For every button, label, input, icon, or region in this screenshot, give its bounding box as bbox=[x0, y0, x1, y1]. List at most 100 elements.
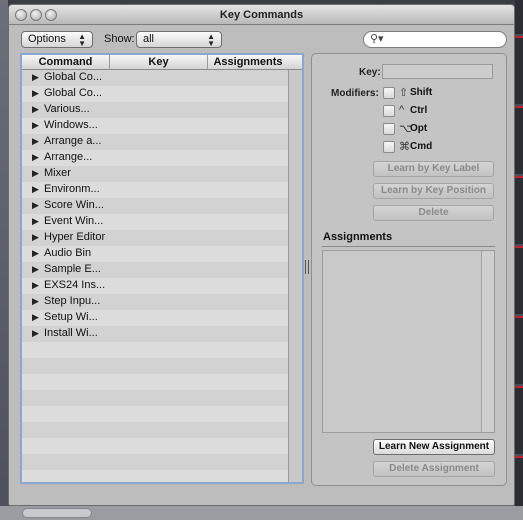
disclosure-triangle-icon[interactable]: ▶ bbox=[32, 120, 39, 131]
show-label: Show: bbox=[104, 33, 135, 45]
disclosure-triangle-icon[interactable]: ▶ bbox=[32, 72, 39, 83]
shift-icon: ⇧ bbox=[399, 87, 409, 99]
disclosure-triangle-icon[interactable]: ▶ bbox=[32, 280, 39, 291]
command-group-label: Install Wi... bbox=[44, 327, 98, 339]
delete-button[interactable]: Delete bbox=[373, 205, 494, 221]
disclosure-triangle-icon[interactable]: ▶ bbox=[32, 232, 39, 243]
modifiers-label: Modifiers: bbox=[331, 88, 379, 99]
table-rows: ▶ Global Co... ▶ Global Co... ▶ Various... ▶ Wi… bbox=[22, 70, 288, 482]
checkbox-cmd[interactable] bbox=[383, 141, 395, 153]
disclosure-triangle-icon[interactable]: ▶ bbox=[32, 136, 39, 147]
disclosure-triangle-icon[interactable]: ▶ bbox=[32, 248, 39, 259]
table-row[interactable]: ▶ EXS24 Ins... bbox=[22, 278, 288, 294]
modifier-shift-label: Shift bbox=[410, 87, 433, 98]
command-group-label: EXS24 Ins... bbox=[44, 279, 106, 291]
disclosure-triangle-icon[interactable]: ▶ bbox=[32, 152, 39, 163]
options-menu[interactable]: Options ▲ ▼ bbox=[21, 31, 93, 48]
assignment-panel: Key: Modifiers: ⇧ Shift ^ Ctrl ⌥ Opt ⌘ C… bbox=[311, 53, 507, 486]
show-filter-select[interactable]: all ▲ ▼ bbox=[136, 31, 222, 48]
table-row[interactable]: ▶ Arrange a... bbox=[22, 134, 288, 150]
assignments-scrollbar[interactable] bbox=[481, 251, 494, 432]
key-commands-table[interactable]: Command Key Assignments ▶ Global Co... ▶ Gl… bbox=[20, 53, 304, 484]
background-app-left bbox=[0, 0, 8, 520]
command-group-label: Audio Bin bbox=[44, 247, 92, 259]
table-row[interactable]: ▶ Arrange... bbox=[22, 150, 288, 166]
disclosure-triangle-icon[interactable]: ▶ bbox=[32, 328, 39, 339]
table-row[interactable]: ▶ Various... bbox=[22, 102, 288, 118]
split-view-divider-handle[interactable] bbox=[305, 260, 309, 274]
toolbar: Options ▲ ▼ Show: all ▲ ▼ ⚲▾ bbox=[9, 26, 514, 54]
title-bar[interactable]: Key Commands bbox=[9, 5, 514, 25]
column-header-command[interactable]: Command bbox=[22, 56, 109, 68]
search-field[interactable]: ⚲▾ bbox=[363, 31, 507, 48]
command-group-label: Environm... bbox=[44, 183, 100, 195]
table-row[interactable]: ▶ Event Win... bbox=[22, 214, 288, 230]
table-row[interactable]: ▶ Global Co... bbox=[22, 86, 288, 102]
disclosure-triangle-icon[interactable]: ▶ bbox=[32, 200, 39, 211]
command-group-label: Setup Wi... bbox=[44, 311, 98, 323]
command-group-label: Mixer bbox=[44, 167, 71, 179]
command-icon: ⌘ bbox=[399, 141, 410, 153]
table-row[interactable]: ▶ Score Win... bbox=[22, 198, 288, 214]
background-app-right bbox=[515, 0, 523, 520]
checkbox-ctrl[interactable] bbox=[383, 105, 395, 117]
disclosure-triangle-icon[interactable]: ▶ bbox=[32, 264, 39, 275]
key-field[interactable] bbox=[382, 64, 493, 79]
delete-assignment-button[interactable]: Delete Assignment bbox=[373, 461, 495, 477]
learn-by-key-label-button[interactable]: Learn by Key Label bbox=[373, 161, 494, 177]
command-group-label: Sample E... bbox=[44, 263, 101, 275]
background-app-bottom bbox=[0, 506, 523, 520]
disclosure-triangle-icon[interactable]: ▶ bbox=[32, 216, 39, 227]
table-row[interactable]: ▶ Step Inpu... bbox=[22, 294, 288, 310]
checkbox-opt[interactable] bbox=[383, 123, 395, 135]
command-group-label: Score Win... bbox=[44, 199, 104, 211]
command-group-label: Global Co... bbox=[44, 71, 103, 83]
table-scrollbar[interactable] bbox=[288, 70, 302, 482]
command-group-label: Windows... bbox=[44, 119, 98, 131]
command-group-label: Step Inpu... bbox=[44, 295, 101, 307]
disclosure-triangle-icon[interactable]: ▶ bbox=[32, 312, 39, 323]
column-header-assignments[interactable]: Assignments bbox=[208, 56, 288, 68]
disclosure-triangle-icon[interactable]: ▶ bbox=[32, 296, 39, 307]
show-filter-value: all bbox=[143, 33, 155, 45]
assignments-list[interactable] bbox=[322, 250, 495, 433]
table-row[interactable]: ▶ Audio Bin bbox=[22, 246, 288, 262]
learn-by-key-position-button[interactable]: Learn by Key Position bbox=[373, 183, 494, 199]
command-group-label: Arrange a... bbox=[44, 135, 102, 147]
table-row[interactable]: ▶ Global Co... bbox=[22, 70, 288, 86]
divider bbox=[322, 246, 495, 247]
control-icon: ^ bbox=[399, 104, 405, 116]
learn-new-assignment-button[interactable]: Learn New Assignment bbox=[373, 439, 495, 455]
disclosure-triangle-icon[interactable]: ▶ bbox=[32, 168, 39, 179]
table-row[interactable]: ▶ Environm... bbox=[22, 182, 288, 198]
command-group-label: Hyper Editor bbox=[44, 231, 106, 243]
key-label: Key: bbox=[359, 67, 381, 78]
key-commands-window: Key Commands Options ▲ ▼ Show: all ▲ ▼ ⚲▾ … bbox=[8, 4, 515, 506]
table-header: Command Key Assignments bbox=[22, 55, 302, 70]
disclosure-triangle-icon[interactable]: ▶ bbox=[32, 104, 39, 115]
table-row[interactable]: ▶ Windows... bbox=[22, 118, 288, 134]
table-row[interactable]: ▶ Sample E... bbox=[22, 262, 288, 278]
modifier-cmd-label: Cmd bbox=[410, 141, 433, 152]
popup-arrows-icon: ▲ ▼ bbox=[207, 32, 215, 48]
background-scroll-thumb[interactable] bbox=[22, 508, 92, 518]
magnifier-icon[interactable]: ⚲▾ bbox=[370, 32, 384, 45]
table-row[interactable]: ▶ Install Wi... bbox=[22, 326, 288, 342]
table-row[interactable]: ▶ Setup Wi... bbox=[22, 310, 288, 326]
command-group-label: Global Co... bbox=[44, 87, 103, 99]
window-title: Key Commands bbox=[219, 9, 304, 21]
disclosure-triangle-icon[interactable]: ▶ bbox=[32, 184, 39, 195]
command-group-label: Arrange... bbox=[44, 151, 93, 163]
checkbox-shift[interactable] bbox=[383, 87, 395, 99]
popup-arrows-icon: ▲ ▼ bbox=[78, 32, 86, 48]
assignments-heading: Assignments bbox=[323, 231, 393, 243]
command-group-label: Various... bbox=[44, 103, 90, 115]
options-menu-label: Options bbox=[28, 33, 66, 45]
table-row[interactable]: ▶ Mixer bbox=[22, 166, 288, 182]
command-group-label: Event Win... bbox=[44, 215, 104, 227]
disclosure-triangle-icon[interactable]: ▶ bbox=[32, 88, 39, 99]
modifier-ctrl-label: Ctrl bbox=[410, 105, 428, 116]
column-header-key[interactable]: Key bbox=[110, 56, 207, 68]
modifier-opt-label: Opt bbox=[410, 123, 428, 134]
table-row[interactable]: ▶ Hyper Editor bbox=[22, 230, 288, 246]
